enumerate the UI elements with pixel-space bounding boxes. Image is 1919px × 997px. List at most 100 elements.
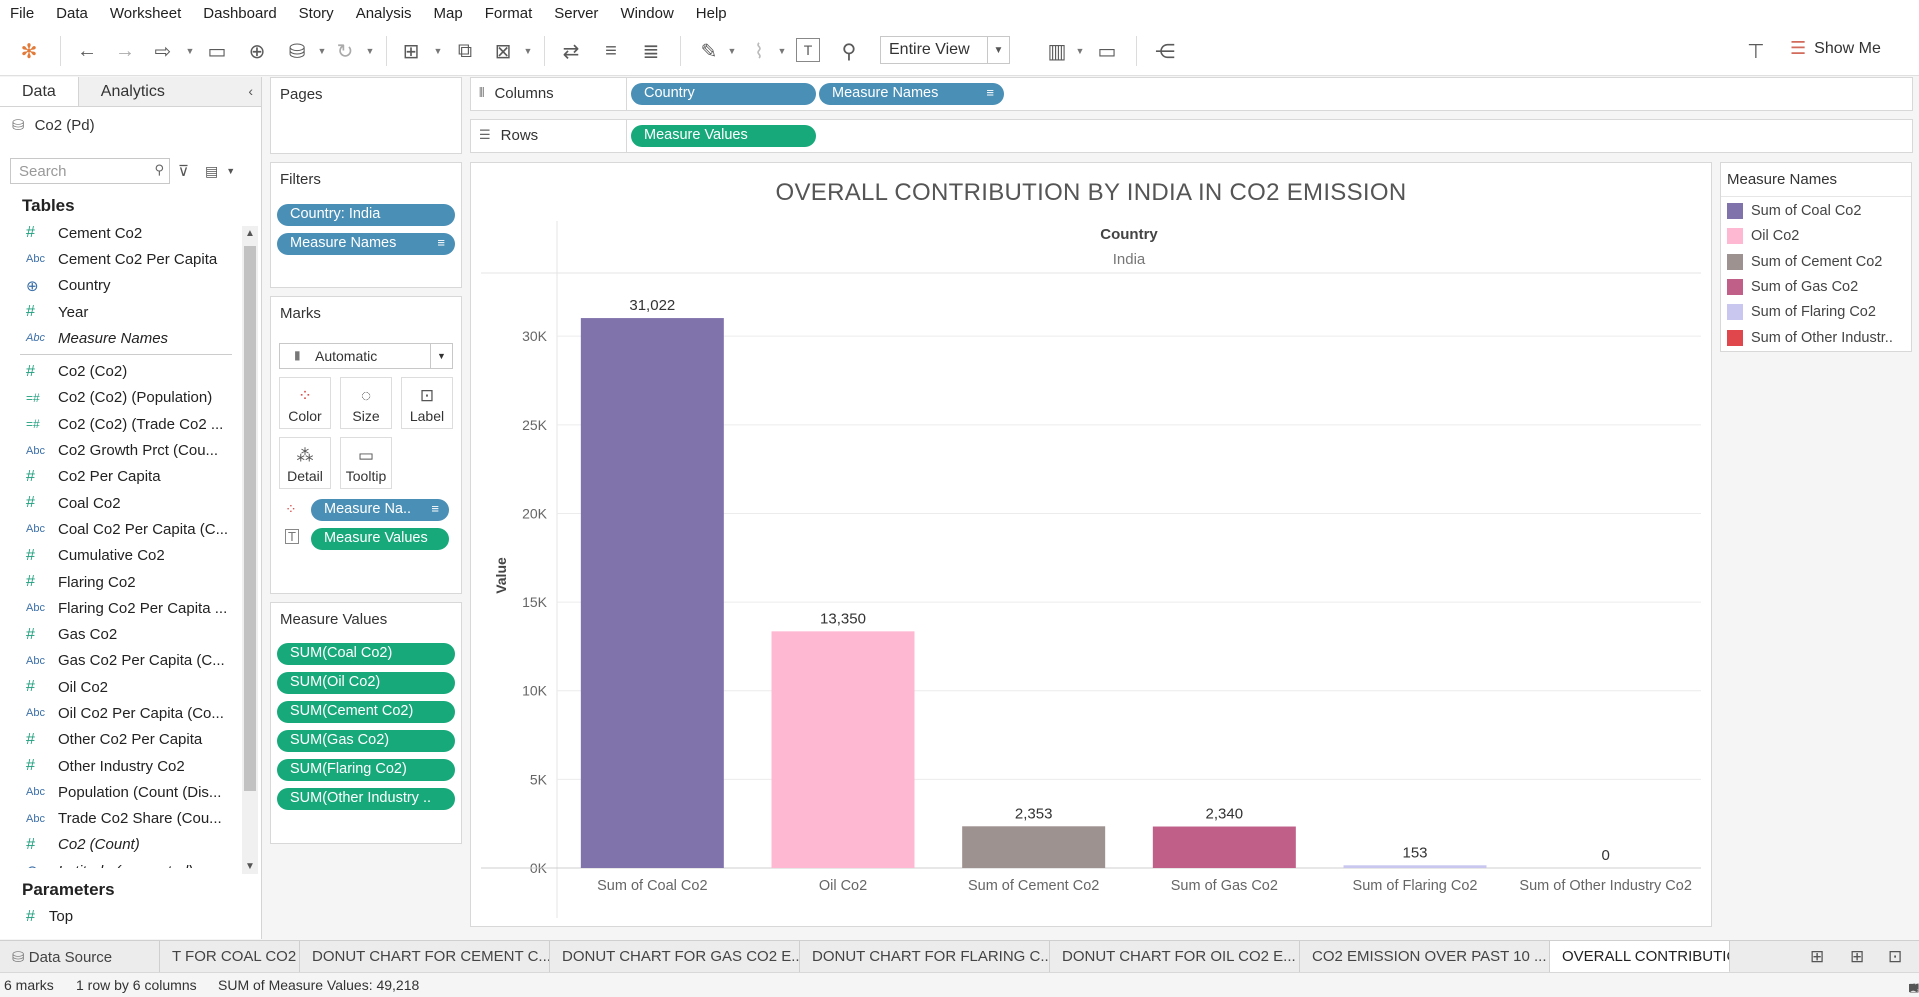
column-pill-country[interactable]: Country	[631, 83, 816, 105]
duplicate-sheet-icon[interactable]: ⧉	[452, 38, 478, 64]
menu-item-dashboard[interactable]: Dashboard	[203, 5, 276, 22]
chevron-down-icon[interactable]: ▼	[226, 166, 235, 176]
chevron-down-icon[interactable]: ▼	[364, 38, 376, 64]
field-item[interactable]: # Cement Co2	[0, 220, 242, 246]
menu-item-analysis[interactable]: Analysis	[356, 5, 412, 22]
menu-item-help[interactable]: Help	[696, 5, 727, 22]
sort-ascending-icon[interactable]: ≡	[598, 38, 624, 64]
sort-descending-icon[interactable]: ≣	[638, 38, 664, 64]
sheet-tab[interactable]: DONUT CHART FOR GAS CO2 E...	[550, 941, 800, 973]
field-item[interactable]: # Other Industry Co2	[0, 753, 242, 779]
tab-analytics[interactable]: Analytics ‹	[78, 77, 261, 106]
sheet-tab[interactable]: OVERALL CONTRIBUTION BY I...	[1550, 941, 1730, 973]
new-worksheet-icon[interactable]: ⊞	[398, 38, 424, 64]
redo-icon[interactable]: →	[112, 38, 138, 64]
size-button[interactable]: ◌ Size	[340, 377, 392, 429]
presentation-icon[interactable]: ▭	[1094, 38, 1120, 64]
tabs-view-icon[interactable]: ■	[1909, 981, 1916, 993]
legend-item[interactable]: Sum of Coal Co2	[1727, 203, 1909, 219]
bar[interactable]	[962, 826, 1106, 868]
chevron-down-icon[interactable]: ▼	[430, 344, 452, 368]
menu-item-server[interactable]: Server	[554, 5, 598, 22]
rows-shelf[interactable]: ☰ Rows Measure Values	[470, 119, 1913, 153]
tableau-logo-icon[interactable]: ✻	[16, 38, 42, 64]
menu-item-story[interactable]: Story	[299, 5, 334, 22]
mark-type-dropdown[interactable]: ▮ Automatic ▼	[279, 343, 453, 369]
undo-icon[interactable]: ←	[74, 38, 100, 64]
chevron-down-icon[interactable]: ▼	[432, 38, 444, 64]
measure-value-pill[interactable]: SUM(Cement Co2)	[277, 701, 455, 723]
legend-item[interactable]: Sum of Other Industr..	[1727, 329, 1909, 346]
field-list-scrollbar[interactable]: ▲ ▼	[242, 226, 258, 874]
bar[interactable]	[1343, 865, 1487, 868]
scroll-down-icon[interactable]: ▼	[245, 861, 255, 872]
field-item[interactable]: ⊕Latitude (generated)	[0, 858, 242, 868]
data-source-tab[interactable]: ⛁ Data Source	[0, 941, 160, 973]
refresh-icon[interactable]: ↻	[332, 38, 358, 64]
legend-item[interactable]: Oil Co2	[1727, 228, 1909, 245]
datasource-icon[interactable]: ⛁	[284, 38, 310, 64]
field-item[interactable]: # Co2 (Count)	[0, 832, 242, 858]
new-story-icon[interactable]: ⊡	[1888, 947, 1902, 967]
field-item[interactable]: # Co2 Per Capita	[0, 464, 242, 490]
chevron-down-icon[interactable]: ▼	[776, 38, 788, 64]
row-pill-measure-values[interactable]: Measure Values	[631, 125, 816, 147]
bar[interactable]	[1152, 826, 1296, 868]
color-button[interactable]: ⁘ Color	[279, 377, 331, 429]
filters-shelf[interactable]: Filters Country: India Measure Names ≡	[270, 162, 462, 288]
label-button[interactable]: ⊡ Label	[401, 377, 453, 429]
field-item[interactable]: Abc Gas Co2 Per Capita (C...	[0, 648, 242, 674]
show-cards-icon[interactable]: ▥	[1044, 38, 1070, 64]
menu-item-format[interactable]: Format	[485, 5, 533, 22]
chevron-down-icon[interactable]: ▼	[726, 38, 738, 64]
measure-values-shelf[interactable]: Measure Values SUM(Coal Co2) SUM(Oil Co2)…	[270, 602, 462, 844]
menu-item-window[interactable]: Window	[620, 5, 673, 22]
measure-value-pill[interactable]: SUM(Gas Co2)	[277, 730, 455, 752]
tab-data[interactable]: Data	[0, 77, 79, 106]
view-list-icon[interactable]: ▤	[205, 163, 218, 180]
field-item[interactable]: # Cumulative Co2	[0, 543, 242, 569]
field-item[interactable]: # Gas Co2	[0, 621, 242, 647]
field-item[interactable]: Abc Population (Count (Dis...	[0, 779, 242, 805]
scroll-up-icon[interactable]: ▲	[245, 228, 255, 239]
chart-pane[interactable]: OVERALL CONTRIBUTION BY INDIA IN CO2 EMI…	[470, 162, 1712, 927]
parameter-item[interactable]: # Top	[26, 908, 73, 926]
menu-item-map[interactable]: Map	[434, 5, 463, 22]
field-item[interactable]: Abc Cement Co2 Per Capita	[0, 246, 242, 272]
show-me-button[interactable]: ☰ Show Me	[1790, 38, 1881, 59]
highlight-icon[interactable]: ✎	[696, 38, 722, 64]
field-item[interactable]: # Co2 (Co2)	[0, 358, 242, 384]
column-pill-measure-names[interactable]: Measure Names ≡	[819, 83, 1004, 105]
field-item[interactable]: # Coal Co2	[0, 490, 242, 516]
measure-value-pill[interactable]: SUM(Other Industry ..	[277, 788, 455, 810]
field-item[interactable]: ⊕ Country	[0, 273, 242, 299]
new-dashboard-icon[interactable]: ⊞	[1850, 947, 1864, 967]
field-item[interactable]: # Flaring Co2	[0, 569, 242, 595]
field-item[interactable]: =# Co2 (Co2) (Trade Co2 ...	[0, 411, 242, 437]
search-input[interactable]: Search ⚲	[10, 158, 170, 184]
marks-pill-measure-values[interactable]: Measure Values	[311, 528, 449, 550]
chevron-down-icon[interactable]: ▼	[987, 37, 1009, 63]
field-item[interactable]: # Oil Co2	[0, 674, 242, 700]
menu-item-file[interactable]: File	[10, 5, 34, 22]
sheet-tab[interactable]: DONUT CHART FOR OIL CO2 E...	[1050, 941, 1300, 973]
measure-value-pill[interactable]: SUM(Flaring Co2)	[277, 759, 455, 781]
new-datasource-icon[interactable]: ⊕	[244, 38, 270, 64]
swap-icon[interactable]: ⇄	[558, 38, 584, 64]
filter-pill-measure-names[interactable]: Measure Names ≡	[277, 233, 455, 255]
sheet-tab[interactable]: T FOR COAL CO2	[160, 941, 300, 973]
group-icon[interactable]: ⌇	[746, 38, 772, 64]
menu-item-worksheet[interactable]: Worksheet	[110, 5, 181, 22]
chevron-down-icon[interactable]: ▼	[316, 38, 328, 64]
legend-item[interactable]: Sum of Cement Co2	[1727, 253, 1909, 270]
sheet-tab[interactable]: DONUT CHART FOR FLARING C...	[800, 941, 1050, 973]
bar[interactable]	[580, 318, 724, 868]
sheet-tab[interactable]: CO2 EMISSION OVER PAST 10 ...	[1300, 941, 1550, 973]
columns-shelf[interactable]: ⫴ Columns Country Measure Names ≡	[470, 77, 1913, 111]
clear-sheet-icon[interactable]: ⊠	[490, 38, 516, 64]
legend-item[interactable]: Sum of Gas Co2	[1727, 278, 1909, 295]
save-icon[interactable]: ▭	[204, 38, 230, 64]
pin-format-icon[interactable]: ⊤	[1743, 38, 1769, 64]
field-item[interactable]: Abc Measure Names	[0, 325, 242, 351]
detail-button[interactable]: ⁂ Detail	[279, 437, 331, 489]
